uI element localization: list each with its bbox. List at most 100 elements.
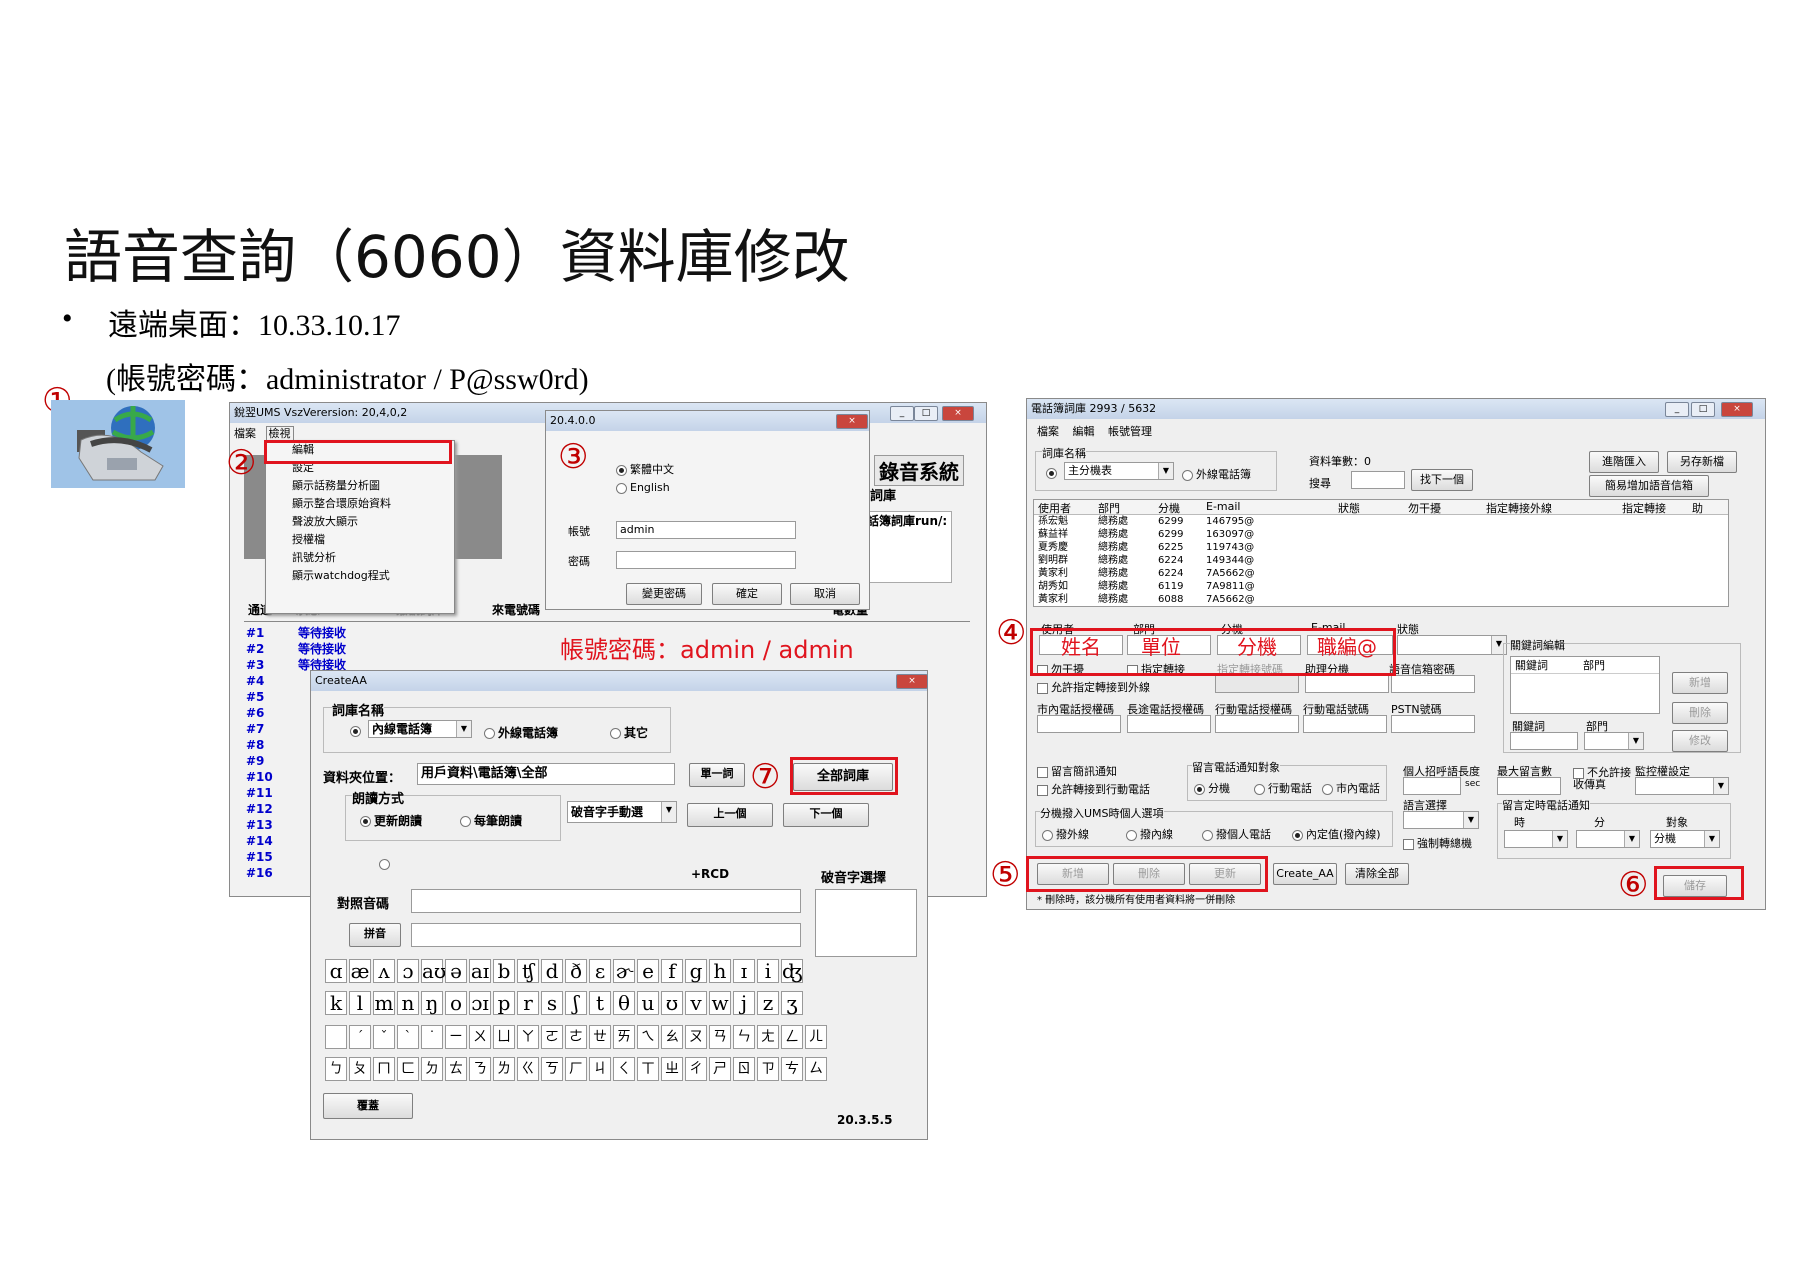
rcd-radio[interactable] <box>379 857 393 870</box>
menu-item-wave[interactable]: 聲波放大顯示 <box>266 513 454 531</box>
pb-maximize-button[interactable]: □ <box>1691 402 1715 417</box>
dict-radio-other[interactable]: 其它 <box>610 724 648 741</box>
folder-input[interactable]: 用戶資料\電話簿\全部 <box>417 763 675 785</box>
pb-target-ext-radio[interactable]: 分機 <box>1194 780 1230 796</box>
pb-kw-add-button[interactable]: 新增 <box>1672 672 1728 694</box>
pinyin-button[interactable]: 拼音 <box>349 923 401 947</box>
ipa-key[interactable]: s <box>541 991 563 1015</box>
pb-find-next-button[interactable]: 找下一個 <box>1411 469 1473 491</box>
pb-time-target-select[interactable]: 分機 ▼ <box>1650 830 1720 848</box>
bopo-key[interactable]: ㄩ <box>493 1025 515 1049</box>
bopo-key[interactable]: ㄟ <box>637 1025 659 1049</box>
read-update-radio[interactable]: 更新朗讀 <box>360 812 422 829</box>
bopo-key[interactable]: ㄚ <box>517 1025 539 1049</box>
bopo-key[interactable]: ㄓ <box>661 1057 683 1081</box>
bopo-key[interactable]: ㄒ <box>637 1057 659 1081</box>
ipa-key[interactable]: m <box>373 991 395 1015</box>
pb-mobile-number-input[interactable] <box>1303 715 1387 733</box>
lang-option-en[interactable]: English <box>616 481 670 494</box>
ipa-key[interactable]: z <box>757 991 779 1015</box>
pb-target-mobile-radio[interactable]: 行動電話 <box>1254 780 1312 796</box>
password-input[interactable] <box>616 551 796 569</box>
pb-target-local-radio[interactable]: 市內電話 <box>1322 780 1380 796</box>
bopo-key[interactable]: ㄣ <box>733 1025 755 1049</box>
pb-allow-fwd-check[interactable]: 允許指定轉接到外線 <box>1037 679 1150 695</box>
pb-msg-notify-check[interactable]: 留言簡訊通知 <box>1037 763 1117 779</box>
bopo-key[interactable]: ㄏ <box>565 1057 587 1081</box>
bopo-key[interactable]: ㄍ <box>517 1057 539 1081</box>
pb-kw-word-input[interactable] <box>1510 732 1578 750</box>
bopo-key[interactable]: ㄐ <box>589 1057 611 1081</box>
pb-fwd-number-input[interactable] <box>1215 675 1299 693</box>
ipa-key[interactable]: g <box>685 959 707 983</box>
ipa-key[interactable]: t <box>589 991 611 1015</box>
dict-radio-external[interactable]: 外線電話簿 <box>484 724 558 741</box>
ipa-key[interactable]: w <box>709 991 731 1015</box>
bopo-key[interactable]: ㄘ <box>781 1057 803 1081</box>
login-close-button[interactable]: × <box>836 414 868 429</box>
ipa-key[interactable]: l <box>349 991 371 1015</box>
pb-voicemail-pw-input[interactable] <box>1391 675 1475 693</box>
bopo-key[interactable]: ㄙ <box>805 1057 827 1081</box>
pb-ext-inside-radio[interactable]: 撥內線 <box>1126 826 1173 842</box>
pb-lang-select[interactable]: ▼ <box>1403 811 1479 829</box>
pb-pstn-input[interactable] <box>1391 715 1475 733</box>
ipa-key[interactable]: n <box>397 991 419 1015</box>
ipa-key[interactable]: ʃ <box>565 991 587 1015</box>
pb-mobile-auth-input[interactable] <box>1215 715 1299 733</box>
pb-dict-radio-main[interactable] <box>1046 466 1060 479</box>
ipa-key[interactable]: e <box>637 959 659 983</box>
table-row[interactable]: 黃家利 總務處 6224 7A5662@ <box>1034 567 1728 580</box>
account-input[interactable]: admin <box>616 521 796 539</box>
pb-assist-ext-input[interactable] <box>1305 675 1389 693</box>
polyphone-select[interactable]: 破音字手動選 ▼ <box>567 801 677 823</box>
ipa-key[interactable]: ɛ <box>589 959 611 983</box>
bopo-key[interactable]: ㄆ <box>349 1057 371 1081</box>
ipa-key[interactable]: ʊ <box>661 991 683 1015</box>
pb-saveas-button[interactable]: 另存新檔 <box>1667 451 1737 473</box>
bopo-key[interactable]: ㄅ <box>325 1057 347 1081</box>
change-password-button[interactable]: 變更密碼 <box>626 583 702 605</box>
bopo-key[interactable]: ㄉ <box>421 1057 443 1081</box>
bopo-key[interactable]: ㄛ <box>541 1025 563 1049</box>
pb-kw-edit-button[interactable]: 修改 <box>1672 730 1728 752</box>
next-button[interactable]: 下一個 <box>783 803 869 827</box>
pb-menu-file[interactable]: 檔案 <box>1037 425 1059 438</box>
pb-ext-default-radio[interactable]: 內定值(撥內線) <box>1292 826 1381 842</box>
ref-code-input[interactable] <box>411 889 801 913</box>
pb-monitor-select[interactable]: ▼ <box>1635 777 1729 795</box>
pb-search-input[interactable] <box>1351 471 1405 489</box>
bopo-key[interactable]: ˇ <box>373 1025 395 1049</box>
bopo-key[interactable]: ㄕ <box>709 1057 731 1081</box>
menu-item-traffic[interactable]: 顯示話務量分析圖 <box>266 477 454 495</box>
pinyin-input[interactable] <box>411 923 801 947</box>
table-row[interactable]: 蘇益祥 總務處 6299 163097@ <box>1034 528 1728 541</box>
close-button[interactable]: × <box>942 406 974 421</box>
single-dict-button[interactable]: 單一詞 <box>689 763 745 787</box>
ipa-key[interactable]: ɑ <box>325 959 347 983</box>
ipa-key[interactable]: b <box>493 959 515 983</box>
bopo-key[interactable]: ㄋ <box>469 1057 491 1081</box>
minimize-button[interactable]: _ <box>890 406 914 421</box>
lang-option-zh[interactable]: 繁體中文 <box>616 461 674 477</box>
bopo-key[interactable]: ㄧ <box>445 1025 467 1049</box>
bopo-key[interactable]: ㄖ <box>733 1057 755 1081</box>
table-row[interactable]: 孫宏魁 總務處 6299 146795@ <box>1034 515 1728 528</box>
ipa-key[interactable]: u <box>637 991 659 1015</box>
pb-kw-dept-select[interactable]: ▼ <box>1584 732 1644 750</box>
ipa-key[interactable]: r <box>517 991 539 1015</box>
polyphone-list[interactable] <box>815 889 917 957</box>
table-row[interactable]: 夏秀慶 總務處 6225 119743@ <box>1034 541 1728 554</box>
bopo-key[interactable]: ㄝ <box>589 1025 611 1049</box>
bopo-key[interactable]: ㄎ <box>541 1057 563 1081</box>
bopo-key[interactable]: ㄔ <box>685 1057 707 1081</box>
bopo-key[interactable]: ㄥ <box>781 1025 803 1049</box>
table-row[interactable]: 劉明群 總務處 6224 149344@ <box>1034 554 1728 567</box>
pb-keyword-list[interactable]: 關鍵詞 部門 <box>1510 656 1660 714</box>
pb-long-auth-input[interactable] <box>1127 715 1211 733</box>
ipa-key[interactable]: f <box>661 959 683 983</box>
pb-force-transfer-check[interactable]: 強制轉總機 <box>1403 835 1472 851</box>
pb-menu-edit[interactable]: 編輯 <box>1073 425 1095 438</box>
ipa-key[interactable]: k <box>325 991 347 1015</box>
createaa-close-button[interactable]: × <box>896 674 928 689</box>
